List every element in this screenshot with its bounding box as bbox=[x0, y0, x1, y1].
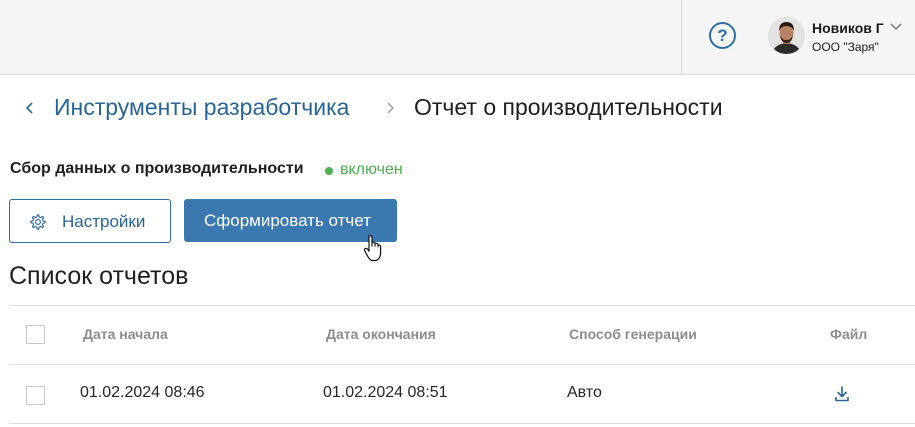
avatar[interactable] bbox=[768, 17, 805, 54]
breadcrumb-parent-link[interactable]: Инструменты разработчика bbox=[54, 94, 349, 121]
user-name[interactable]: Новиков Г bbox=[812, 20, 884, 36]
status-badge: включен bbox=[340, 161, 403, 178]
select-all-checkbox[interactable] bbox=[26, 325, 45, 344]
settings-button-label: Настройки bbox=[62, 212, 146, 231]
chevron-right-icon bbox=[387, 102, 394, 114]
column-header-generation-method[interactable]: Способ генерации bbox=[569, 326, 697, 342]
chevron-down-icon[interactable] bbox=[889, 20, 903, 34]
gear-icon bbox=[30, 214, 46, 230]
hand-cursor-icon bbox=[363, 235, 382, 262]
page-title: Отчет о производительности bbox=[414, 94, 723, 120]
row-end-date: 01.02.2024 08:51 bbox=[323, 384, 448, 401]
column-header-file[interactable]: Файл bbox=[830, 326, 867, 342]
column-header-end-date[interactable]: Дата окончания bbox=[326, 326, 436, 342]
table-top-divider bbox=[9, 305, 915, 306]
status-dot bbox=[325, 167, 333, 175]
row-start-date: 01.02.2024 08:46 bbox=[80, 384, 205, 401]
table-header-divider bbox=[9, 364, 915, 365]
settings-button[interactable]: Настройки bbox=[9, 199, 171, 243]
topbar-divider bbox=[681, 0, 682, 75]
table-row-divider bbox=[9, 423, 915, 424]
data-collection-label: Сбор данных о производительности bbox=[10, 160, 304, 177]
chevron-left-icon[interactable] bbox=[22, 100, 38, 116]
question-circle-icon[interactable]: ? bbox=[709, 22, 736, 49]
row-generation-method: Авто bbox=[567, 384, 602, 401]
top-bar: ? Новиков Г ООО "Заря" bbox=[0, 0, 915, 75]
reports-list-title: Список отчетов bbox=[9, 262, 189, 290]
user-organization: ООО "Заря" bbox=[812, 40, 879, 54]
row-checkbox[interactable] bbox=[26, 386, 45, 405]
column-header-start-date[interactable]: Дата начала bbox=[83, 326, 168, 342]
generate-report-button-label: Сформировать отчет bbox=[204, 211, 371, 230]
download-icon[interactable] bbox=[833, 385, 851, 403]
